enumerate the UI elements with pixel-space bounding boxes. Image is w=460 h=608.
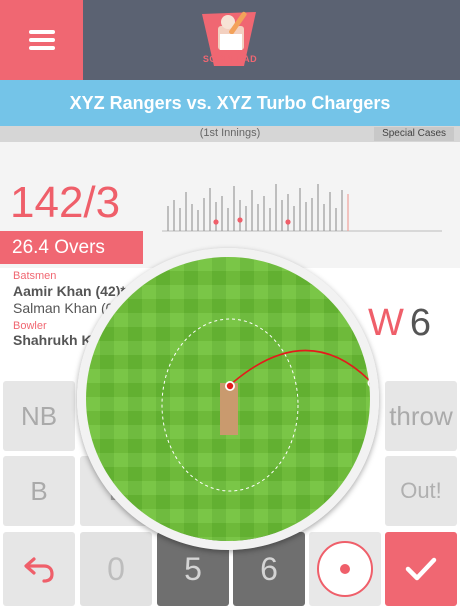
six-ball: 6	[409, 302, 432, 344]
overs-badge: 26.4 Overs	[0, 231, 143, 264]
checkmark-icon	[405, 557, 437, 581]
batsman-on-strike[interactable]: Aamir Khan (42)*	[13, 283, 126, 299]
batsman-non-strike[interactable]: Salman Khan (0	[13, 300, 113, 316]
menu-button[interactable]	[0, 0, 83, 80]
confirm-button[interactable]	[385, 532, 457, 606]
bye-button[interactable]: B	[3, 456, 75, 526]
innings-bar: (1st Innings) Special Cases	[0, 126, 460, 142]
overthrow-button[interactable]: throw	[385, 381, 457, 451]
last-balls: W6	[368, 302, 431, 345]
undo-icon	[24, 557, 54, 583]
batsmen-label: Batsmen	[13, 270, 57, 282]
wicket-ball: W	[368, 302, 404, 344]
match-title: XYZ Rangers vs. XYZ Turbo Chargers	[69, 92, 391, 113]
special-cases-button[interactable]: Special Cases	[374, 127, 454, 141]
no-ball-button[interactable]: NB	[3, 381, 75, 451]
wagon-wheel-button[interactable]	[309, 532, 381, 606]
logo-text: SCOREPAD	[202, 54, 258, 64]
score-value: 142/3	[10, 178, 121, 227]
bowler-name[interactable]: Shahrukh K	[13, 332, 92, 348]
zero-run-button[interactable]: 0	[80, 532, 152, 606]
out-button[interactable]: Out!	[385, 456, 457, 526]
target-icon	[317, 541, 373, 597]
undo-button[interactable]	[3, 532, 75, 606]
bowler-label: Bowler	[13, 320, 47, 332]
match-bar: XYZ Rangers vs. XYZ Turbo Chargers	[0, 80, 460, 126]
cricket-field[interactable]	[86, 257, 370, 541]
wagon-wheel-magnifier[interactable]	[77, 248, 379, 550]
hamburger-menu-icon	[28, 26, 55, 54]
runs-sparkline	[162, 184, 442, 232]
